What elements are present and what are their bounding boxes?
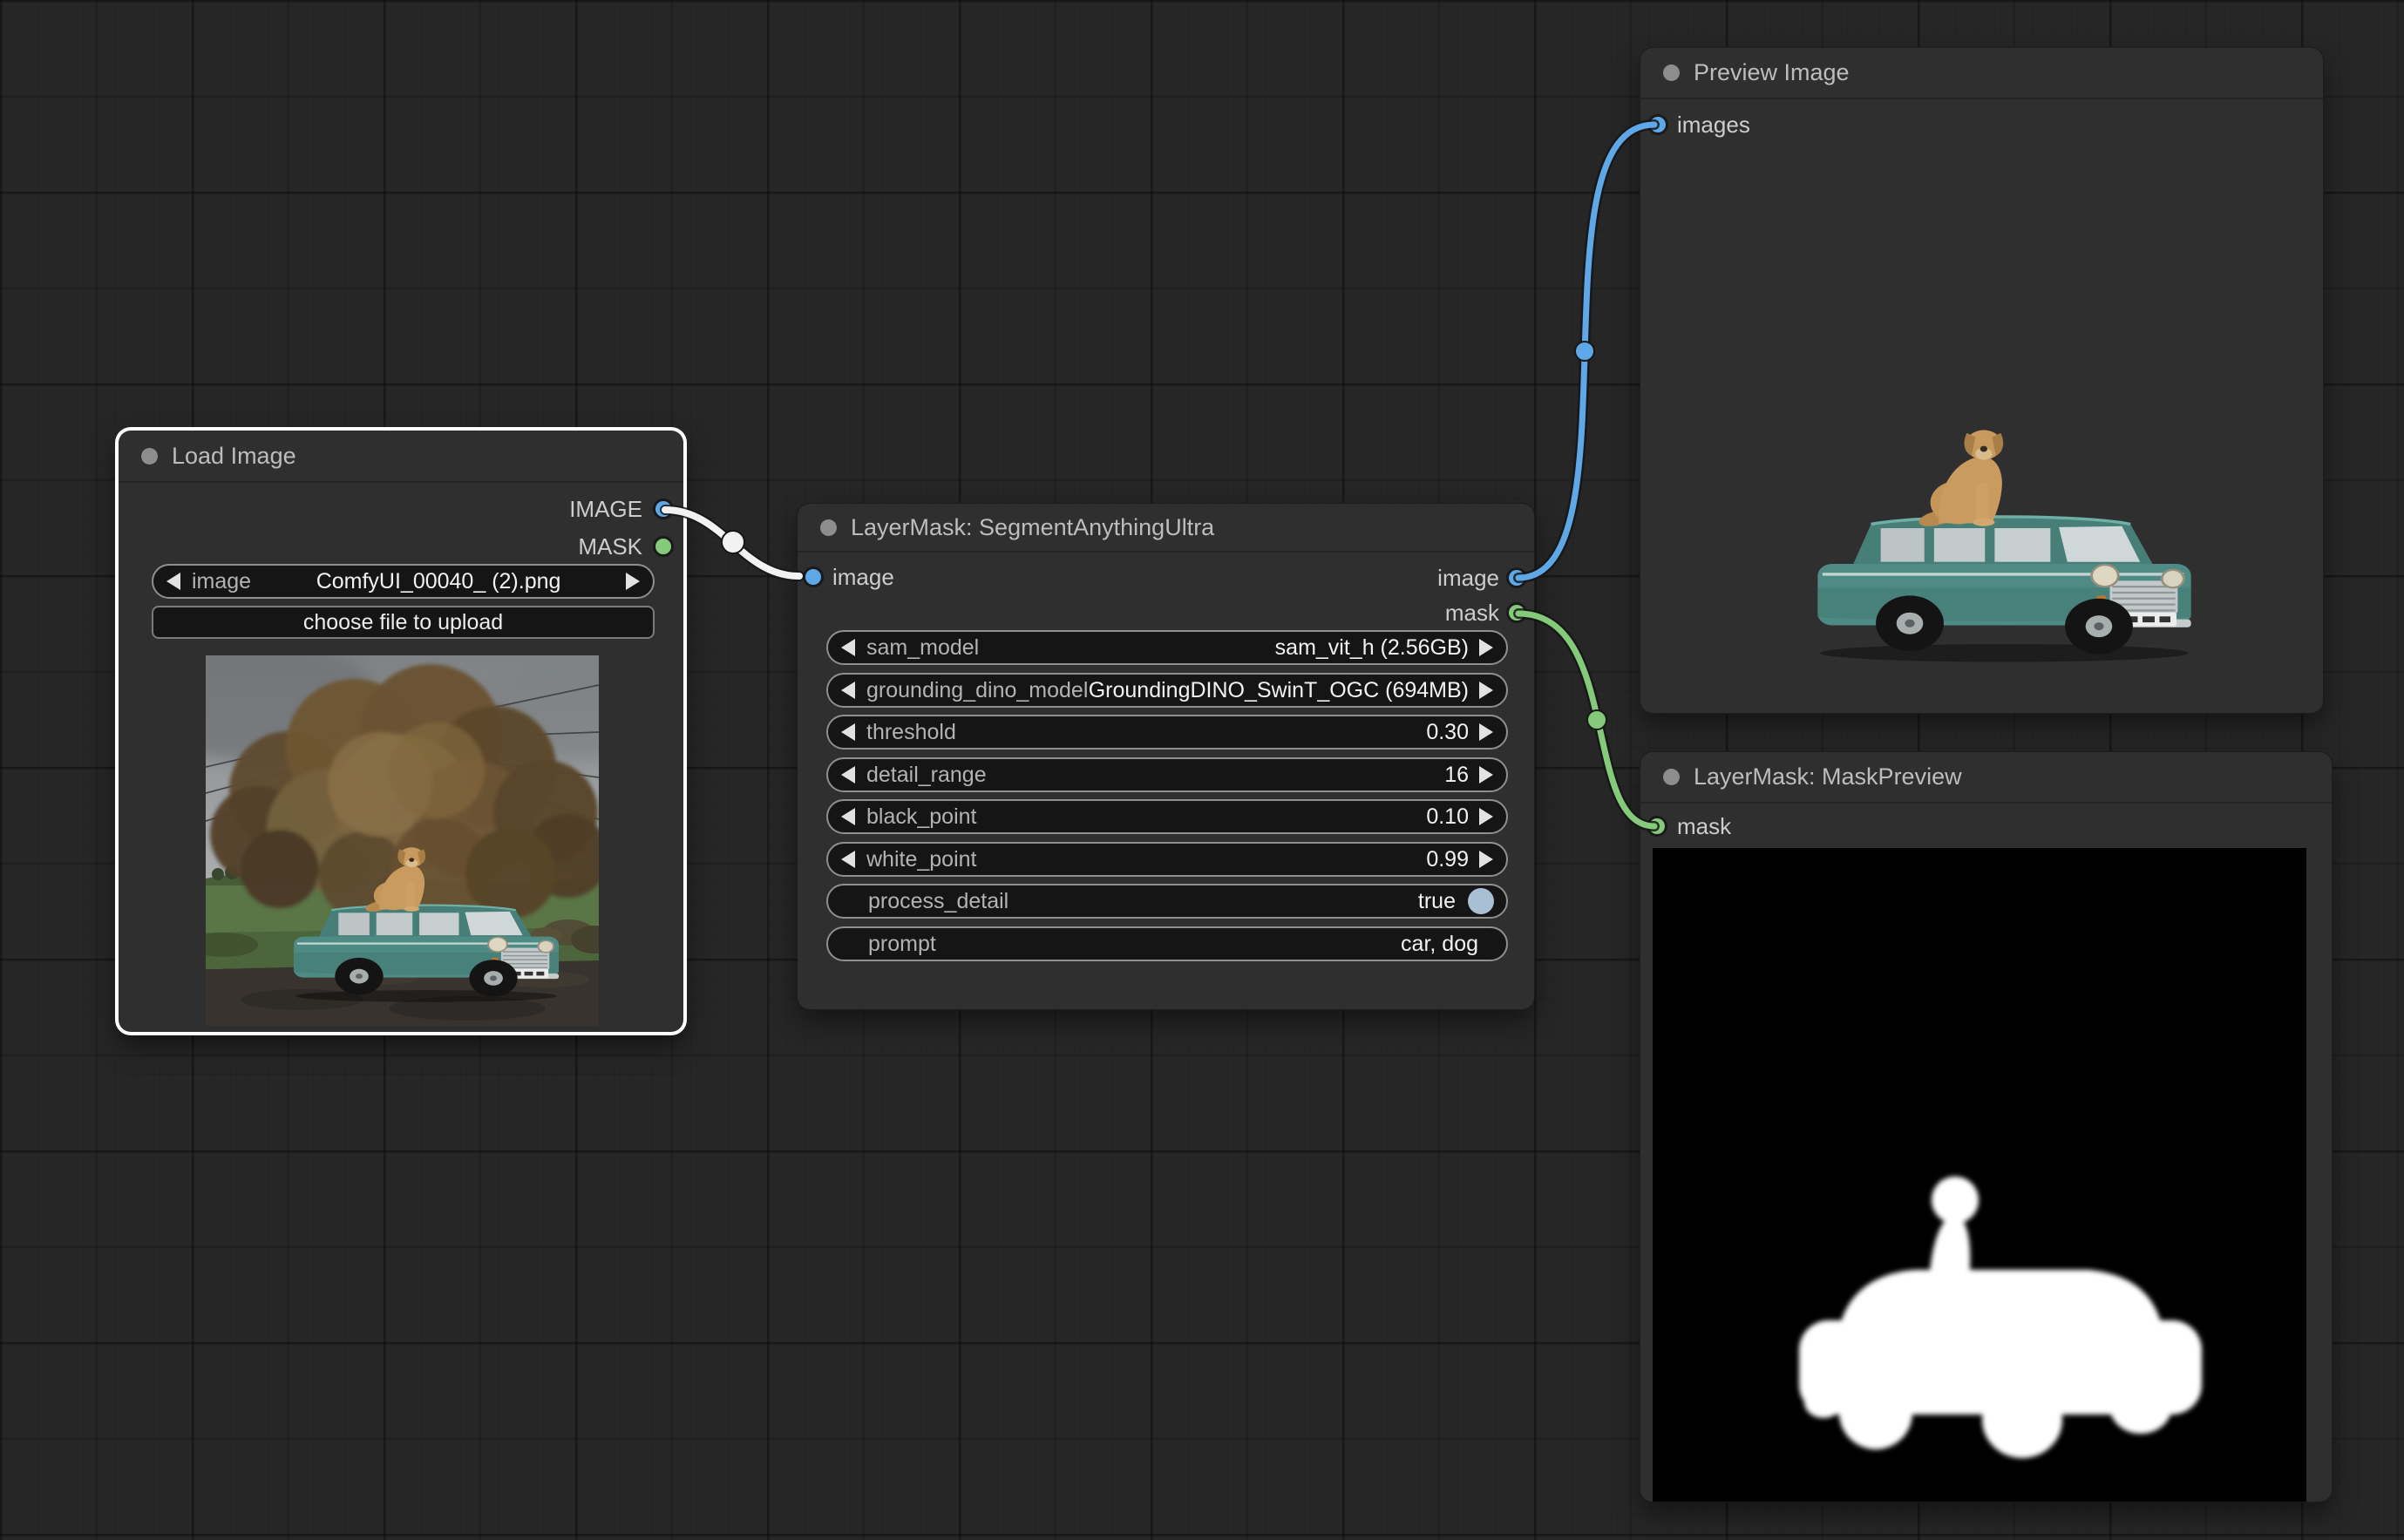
- increment-arrow-icon[interactable]: [1479, 808, 1493, 825]
- collapse-dot-icon[interactable]: [141, 448, 158, 465]
- link-midpoint-dot[interactable]: [1575, 342, 1594, 361]
- node-header[interactable]: LayerMask: SegmentAnythingUltra: [798, 504, 1534, 553]
- widget-label: image: [192, 569, 251, 594]
- widget-value: true: [1418, 889, 1456, 914]
- widget-threshold[interactable]: threshold 0.30: [826, 715, 1508, 750]
- widget-value: 16: [1444, 763, 1469, 788]
- decrement-arrow-icon[interactable]: [841, 808, 855, 825]
- collapse-dot-icon[interactable]: [1663, 64, 1680, 81]
- combo-prev-arrow-icon[interactable]: [841, 639, 855, 656]
- widget-label: sam_model: [866, 635, 979, 661]
- segmented-image-preview: [1651, 139, 2312, 706]
- output-label-image: image: [1437, 564, 1499, 592]
- widget-process-detail[interactable]: process_detail true: [826, 884, 1508, 919]
- widget-sam-model[interactable]: sam_model sam_vit_h (2.56GB): [826, 630, 1508, 665]
- node-load-image[interactable]: Load Image IMAGE MASK image ComfyUI_0004…: [119, 431, 683, 1032]
- combo-next-arrow-icon[interactable]: [1479, 682, 1493, 699]
- widget-black-point[interactable]: black_point 0.10: [826, 799, 1508, 834]
- toggle-on-icon[interactable]: [1468, 888, 1494, 914]
- combo-next-arrow-icon[interactable]: [1479, 639, 1493, 656]
- increment-arrow-icon[interactable]: [1479, 766, 1493, 784]
- input-label-image: image: [832, 563, 894, 591]
- widget-label: white_point: [866, 847, 976, 872]
- link-image-to-segment: [665, 510, 799, 576]
- collapse-dot-icon[interactable]: [820, 519, 837, 536]
- output-label-mask: MASK: [578, 533, 642, 560]
- widget-label: prompt: [868, 932, 936, 957]
- input-slot-mask[interactable]: [1649, 818, 1665, 834]
- output-slot-mask[interactable]: [655, 539, 671, 554]
- combo-prev-arrow-icon[interactable]: [166, 573, 180, 590]
- node-preview-image[interactable]: Preview Image images: [1640, 48, 2323, 713]
- choose-file-button[interactable]: choose file to upload: [152, 606, 655, 639]
- increment-arrow-icon[interactable]: [1479, 723, 1493, 741]
- node-header[interactable]: Preview Image: [1640, 48, 2323, 99]
- widget-prompt[interactable]: prompt car, dog: [826, 926, 1508, 961]
- node-segment-anything-ultra[interactable]: LayerMask: SegmentAnythingUltra image im…: [798, 504, 1534, 1009]
- widget-value: 0.10: [1426, 804, 1469, 830]
- widget-value: 0.30: [1426, 720, 1469, 745]
- widget-value: sam_vit_h (2.56GB): [1275, 635, 1469, 661]
- widget-label: process_detail: [868, 889, 1008, 914]
- link-midpoint-dot[interactable]: [722, 531, 744, 553]
- decrement-arrow-icon[interactable]: [841, 851, 855, 868]
- node-title: Load Image: [172, 443, 296, 470]
- input-label-mask: mask: [1677, 812, 1731, 840]
- widget-white-point[interactable]: white_point 0.99: [826, 842, 1508, 877]
- node-title: LayerMask: SegmentAnythingUltra: [851, 514, 1214, 541]
- node-header[interactable]: Load Image: [119, 431, 683, 483]
- widget-label: threshold: [866, 720, 956, 745]
- node-mask-preview[interactable]: LayerMask: MaskPreview mask: [1640, 752, 2332, 1502]
- decrement-arrow-icon[interactable]: [841, 723, 855, 741]
- widget-image-combo[interactable]: image ComfyUI_00040_ (2).png: [152, 564, 655, 599]
- widget-grounding-dino-model[interactable]: grounding_dino_model GroundingDINO_SwinT…: [826, 673, 1508, 708]
- widget-value: ComfyUI_00040_ (2).png: [256, 569, 621, 594]
- widget-label: grounding_dino_model: [866, 678, 1088, 703]
- widget-value: car, dog: [1401, 932, 1478, 957]
- node-header[interactable]: LayerMask: MaskPreview: [1640, 752, 2332, 804]
- collapse-dot-icon[interactable]: [1663, 769, 1680, 785]
- input-label-images: images: [1677, 111, 1750, 139]
- widget-value: GroundingDINO_SwinT_OGC (694MB): [1089, 678, 1469, 703]
- combo-next-arrow-icon[interactable]: [626, 573, 640, 590]
- output-label-image: IMAGE: [569, 495, 642, 523]
- loaded-image-preview: [206, 655, 599, 1026]
- widget-label: detail_range: [866, 763, 987, 788]
- node-title: Preview Image: [1694, 59, 1850, 86]
- decrement-arrow-icon[interactable]: [841, 766, 855, 784]
- widget-value: 0.99: [1426, 847, 1469, 872]
- node-title: LayerMask: MaskPreview: [1694, 763, 1962, 790]
- output-slot-mask[interactable]: [1509, 605, 1525, 621]
- increment-arrow-icon[interactable]: [1479, 851, 1493, 868]
- output-label-mask: mask: [1445, 599, 1499, 627]
- output-slot-image[interactable]: [655, 501, 671, 517]
- mask-image-preview: [1653, 848, 2306, 1502]
- link-midpoint-dot[interactable]: [1587, 710, 1606, 729]
- link-image-to-preview: [1518, 125, 1654, 578]
- link-mask-to-maskpreview: [1518, 614, 1654, 826]
- output-slot-image[interactable]: [1509, 570, 1525, 586]
- widget-detail-range[interactable]: detail_range 16: [826, 757, 1508, 792]
- comfyui-canvas[interactable]: { "colors": { "image_slot": "#5fa8e8", "…: [0, 0, 2404, 1540]
- input-slot-images[interactable]: [1650, 117, 1666, 132]
- combo-prev-arrow-icon[interactable]: [841, 682, 855, 699]
- widget-label: black_point: [866, 804, 976, 830]
- input-slot-image[interactable]: [805, 569, 821, 585]
